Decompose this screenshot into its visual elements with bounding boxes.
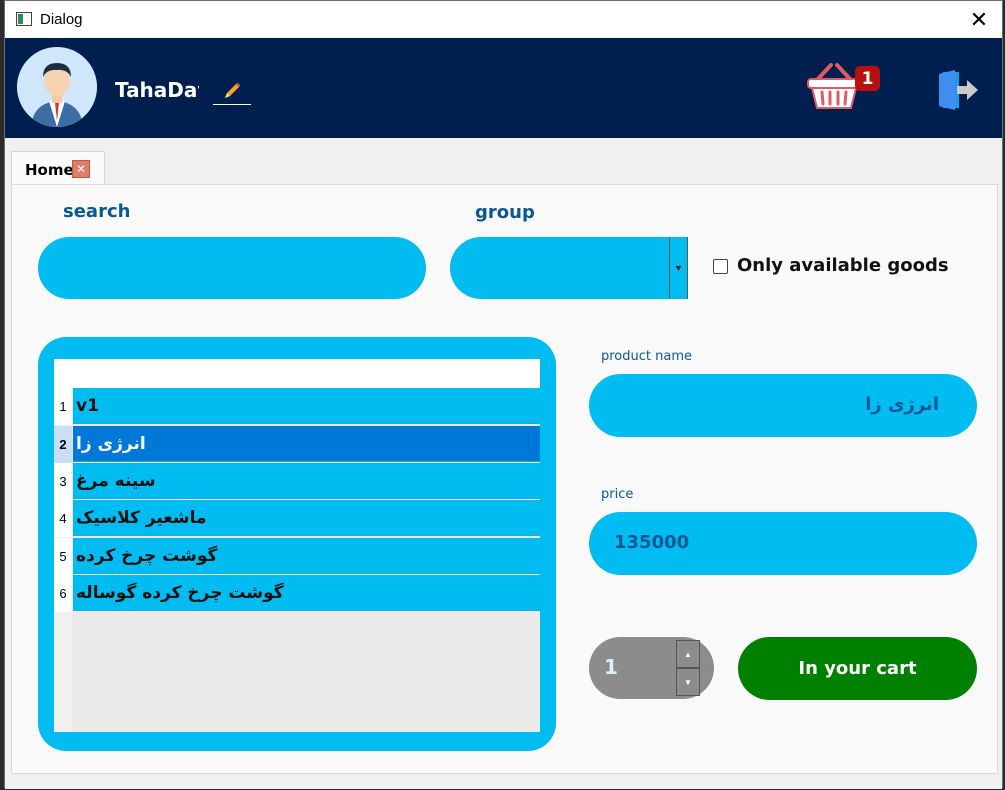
- cart-count-badge: 1: [855, 66, 880, 91]
- row-number: 3: [54, 463, 72, 500]
- product-name-label: product name: [601, 349, 692, 364]
- tab-home-label: Home: [25, 161, 74, 179]
- spin-down-icon[interactable]: ▼: [676, 668, 700, 696]
- app-icon: [16, 12, 32, 26]
- product-list-panel: 1 v1 2 انرژی زا 3 سینه مرغ 4 ماشعیر کلاس…: [38, 337, 556, 751]
- dropdown-arrow-icon[interactable]: ▼: [669, 237, 688, 299]
- dialog-window: Dialog ✕ TahaDav: [4, 0, 1003, 789]
- tab-widget: Home ✕ search group ▼ Only available goo…: [5, 138, 1002, 789]
- pencil-icon: [225, 82, 241, 98]
- tab-home[interactable]: Home ✕: [11, 151, 105, 185]
- row-number: 5: [54, 538, 72, 575]
- search-label: search: [63, 201, 131, 222]
- table-row[interactable]: 1 v1: [54, 388, 540, 425]
- product-name-value: انرژی زا: [865, 394, 939, 415]
- product-cell[interactable]: سینه مرغ: [73, 463, 540, 499]
- available-goods-checkbox[interactable]: [713, 259, 728, 274]
- table-row[interactable]: 3 سینه مرغ: [54, 463, 540, 500]
- exit-door-icon[interactable]: [937, 70, 979, 110]
- group-label: group: [475, 202, 535, 223]
- table-row[interactable]: 4 ماشعیر کلاسیک: [54, 500, 540, 537]
- product-table[interactable]: 1 v1 2 انرژی زا 3 سینه مرغ 4 ماشعیر کلاس…: [54, 359, 540, 732]
- product-cell[interactable]: گوشت چرخ کرده: [73, 538, 540, 574]
- edit-username-button[interactable]: [213, 78, 251, 105]
- username: TahaDav: [115, 78, 199, 102]
- group-select[interactable]: [450, 237, 688, 299]
- quantity-stepper[interactable]: 1 ▲ ▼: [589, 637, 714, 699]
- row-number: 6: [54, 575, 72, 612]
- spin-up-icon[interactable]: ▲: [676, 640, 700, 668]
- window-title: Dialog: [40, 11, 83, 28]
- table-row[interactable]: 6 گوشت چرخ کرده گوساله: [54, 575, 540, 612]
- row-number: 4: [54, 500, 72, 537]
- title-bar: Dialog ✕: [5, 1, 1002, 38]
- user-header: TahaDav 1: [5, 38, 1002, 138]
- product-cell[interactable]: v1: [73, 388, 540, 424]
- table-header: [54, 359, 540, 388]
- search-input[interactable]: [38, 237, 426, 299]
- avatar: [17, 47, 97, 127]
- row-number: 1: [54, 388, 72, 425]
- price-value: 135000: [614, 532, 690, 553]
- product-cell[interactable]: گوشت چرخ کرده گوساله: [73, 575, 540, 611]
- tab-close-icon[interactable]: ✕: [72, 160, 90, 178]
- table-row[interactable]: 5 گوشت چرخ کرده: [54, 538, 540, 575]
- quantity-value: 1: [604, 655, 618, 679]
- row-number: 2: [54, 426, 72, 463]
- product-cell[interactable]: ماشعیر کلاسیک: [73, 500, 540, 536]
- home-tab-content: search group ▼ Only available goods 1 v1…: [11, 184, 998, 774]
- product-name-field[interactable]: انرژی زا: [589, 374, 977, 437]
- close-icon[interactable]: ✕: [956, 1, 1002, 38]
- table-row-selected[interactable]: 2 انرژی زا: [54, 426, 540, 463]
- available-goods-label[interactable]: Only available goods: [737, 255, 949, 276]
- add-to-cart-button[interactable]: In your cart: [738, 637, 977, 700]
- price-label: price: [601, 487, 634, 502]
- price-field[interactable]: 135000: [589, 512, 977, 575]
- product-cell[interactable]: انرژی زا: [73, 426, 540, 462]
